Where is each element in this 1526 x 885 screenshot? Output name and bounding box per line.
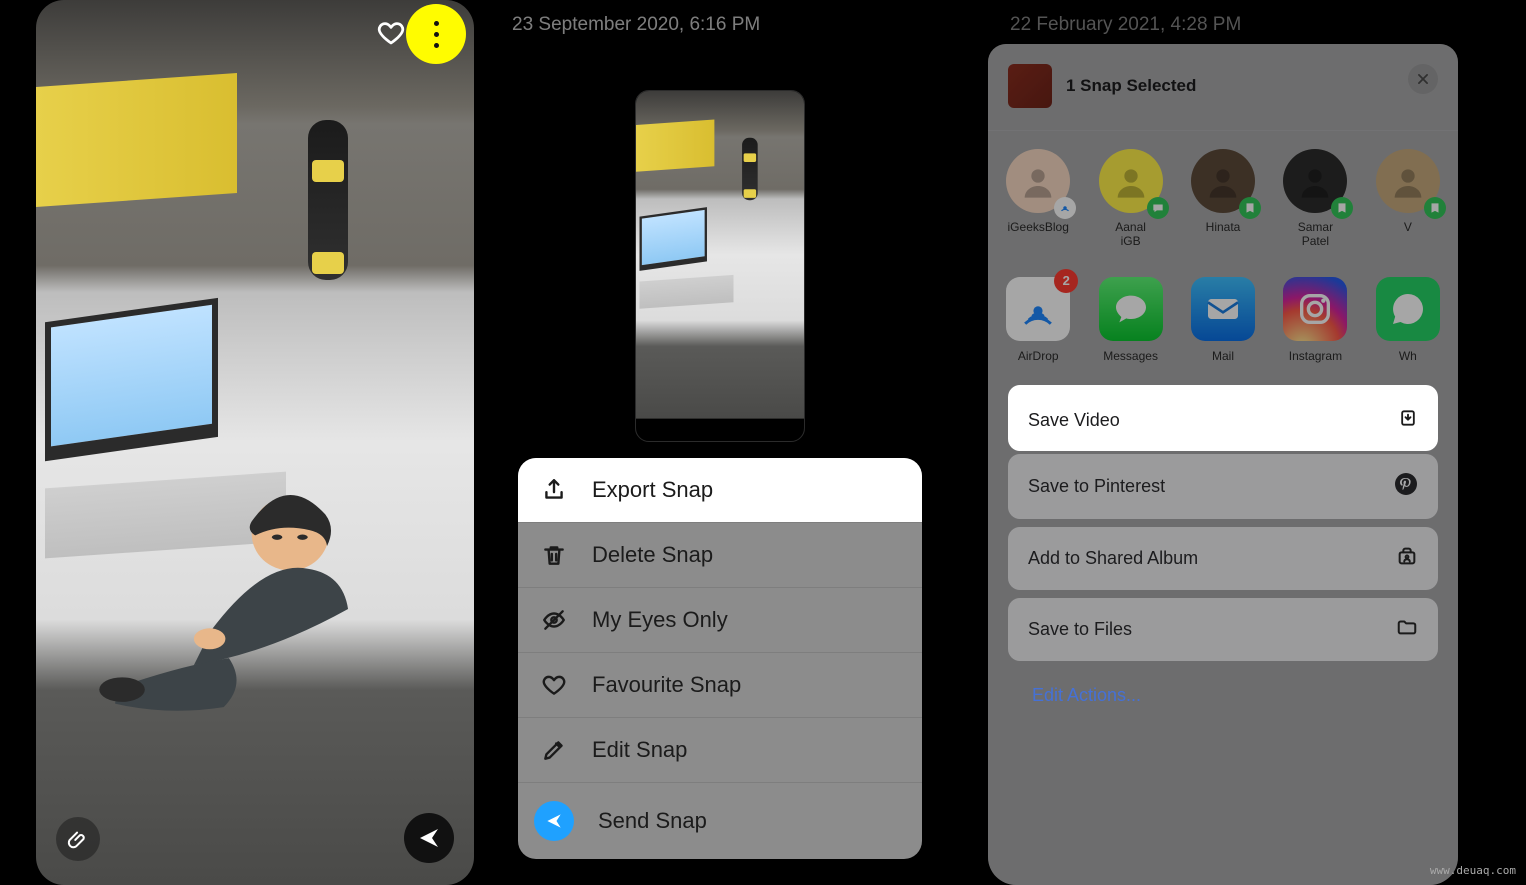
share-contact[interactable]: V [1376,149,1440,249]
eye-off-icon [540,606,568,634]
contact-name: SamarPatel [1298,221,1333,249]
contact-name: AanaliGB [1115,221,1146,249]
share-app-messages[interactable]: Messages [1098,277,1162,363]
screen-snap-menu: 23 September 2020, 6:16 PM 23 September … [490,0,950,885]
contact-avatar [1376,149,1440,213]
action-label: Add to Shared Album [1028,548,1198,569]
menu-label: Delete Snap [592,542,713,568]
share-contact[interactable]: Hinata [1191,149,1255,249]
action-save-files[interactable]: Save to Files [1008,598,1438,661]
app-name: Instagram [1289,349,1342,363]
menu-favourite-snap[interactable]: Favourite Snap [518,653,922,717]
share-title: 1 Snap Selected [1066,76,1196,96]
whatsapp-badge-icon [1239,197,1261,219]
snap-timestamp: 23 September 2020, 6:16 PM [512,14,760,36]
action-label: Save to Pinterest [1028,476,1165,497]
share-apps-row: 2 AirDrop Messages Mail Instagram Wh [988,263,1458,377]
share-contact[interactable]: AanaliGB [1098,149,1162,249]
whatsapp-badge-icon [1331,197,1353,219]
share-contacts-row: iGeeksBlog AanaliGB Hinata SamarPatel V [988,135,1458,263]
messages-icon [1099,277,1163,341]
action-shared-album[interactable]: Add to Shared Album [1008,527,1438,590]
airdrop-icon: 2 [1006,277,1070,341]
menu-export-snap[interactable]: Export Snap [518,458,922,522]
app-name: Messages [1103,349,1158,363]
ios-share-sheet: 1 Snap Selected iGeeksBlog AanaliGB Hinata… [988,44,1458,885]
messages-badge-icon [1147,197,1169,219]
airdrop-badge-icon [1054,197,1076,219]
edit-actions-link[interactable]: Edit Actions... [1008,669,1438,722]
contact-name: V [1404,221,1412,235]
action-label: Save to Files [1028,619,1132,640]
screen-snap-preview [36,0,474,885]
pinterest-icon [1394,472,1418,501]
send-icon [534,801,574,841]
menu-edit-snap[interactable]: Edit Snap [518,718,922,782]
share-contact[interactable]: iGeeksBlog [1006,149,1070,249]
share-app-airdrop[interactable]: 2 AirDrop [1006,277,1070,363]
contact-avatar [1283,149,1347,213]
send-button[interactable] [404,813,454,863]
contact-name: Hinata [1206,221,1241,235]
heart-icon [540,671,568,699]
menu-delete-snap[interactable]: Delete Snap [518,523,922,587]
snap-timestamp: 22 February 2021, 4:28 PM [1010,14,1241,36]
contact-avatar [1099,149,1163,213]
snap-action-sheet: Export Snap Delete Snap My Eyes Only Fav… [518,458,922,859]
menu-my-eyes-only[interactable]: My Eyes Only [518,588,922,652]
menu-label: Edit Snap [592,737,687,763]
action-save-video[interactable]: Save Video [1008,390,1438,451]
snap-thumbnail[interactable] [635,90,805,442]
share-contact[interactable]: SamarPatel [1283,149,1347,249]
share-app-instagram[interactable]: Instagram [1283,277,1347,363]
attachment-chip[interactable] [56,817,100,861]
pencil-icon [540,736,568,764]
menu-label: Favourite Snap [592,672,741,698]
app-name: Wh [1399,349,1417,363]
app-name: AirDrop [1018,349,1059,363]
watermark: www.deuaq.com [1430,864,1516,877]
share-thumbnail [1008,64,1052,108]
bitmoji-avatar [80,420,430,770]
share-app-whatsapp[interactable]: Wh [1376,277,1440,363]
mail-icon [1191,277,1255,341]
shared-album-icon [1396,545,1418,572]
share-app-mail[interactable]: Mail [1191,277,1255,363]
menu-send-snap[interactable]: Send Snap [518,783,922,859]
snap-image[interactable] [36,0,474,885]
contact-avatar [1191,149,1255,213]
app-name: Mail [1212,349,1234,363]
badge-count: 2 [1054,269,1078,293]
instagram-icon [1283,277,1347,341]
action-label: Save Video [1028,410,1120,431]
favorite-heart-icon[interactable] [376,18,406,48]
menu-label: My Eyes Only [592,607,728,633]
trash-icon [540,541,568,569]
folder-icon [1396,616,1418,643]
whatsapp-badge-icon [1424,197,1446,219]
save-video-icon [1398,408,1418,433]
contact-avatar [1006,149,1070,213]
action-save-pinterest[interactable]: Save to Pinterest [1008,454,1438,519]
menu-label: Export Snap [592,477,713,503]
whatsapp-icon [1376,277,1440,341]
menu-label: Send Snap [598,808,707,834]
close-button[interactable] [1408,64,1438,94]
contact-name: iGeeksBlog [1008,221,1069,235]
more-options-button[interactable] [406,4,466,64]
export-icon [540,476,568,504]
screen-share-sheet: 22 February 2021, 4:28 PM 1 Snap Selecte… [988,0,1458,885]
